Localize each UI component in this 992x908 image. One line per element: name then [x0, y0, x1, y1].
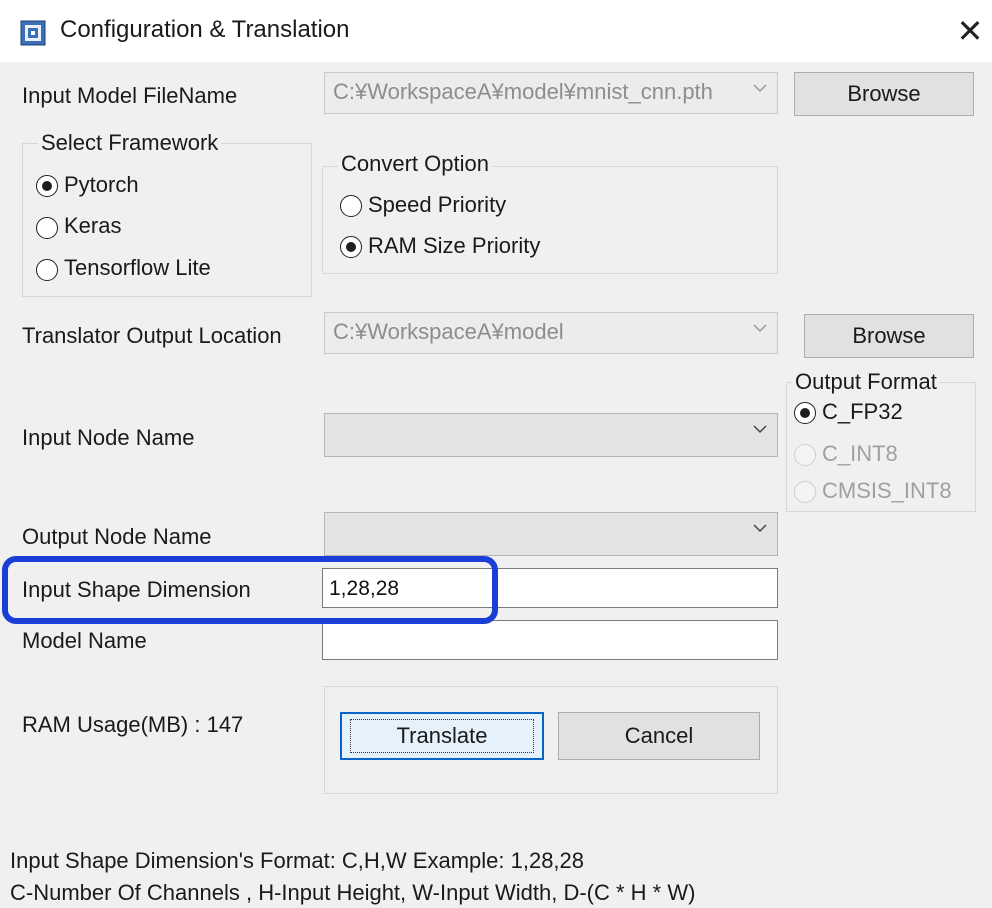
- radio-cmsis-int8-label: CMSIS_INT8: [822, 478, 952, 503]
- input-node-combo[interactable]: [324, 413, 778, 457]
- model-name-label: Model Name: [22, 628, 147, 653]
- app-chip-icon: [20, 20, 46, 46]
- output-node-label: Output Node Name: [22, 524, 212, 549]
- ram-usage-text: RAM Usage(MB) : 147: [22, 712, 244, 737]
- radio-c-fp32-label[interactable]: C_FP32: [822, 399, 903, 425]
- dimension-help-text: C-Number Of Channels , H-Input Height, W…: [10, 880, 696, 905]
- model-file-label: Input Model FileName: [22, 83, 238, 108]
- radio-speed-priority-label[interactable]: Speed Priority: [368, 192, 506, 218]
- title-bar[interactable]: Configuration & Translation ✕: [0, 0, 992, 62]
- output-location-label: Translator Output Location: [22, 323, 282, 348]
- model-name-field[interactable]: [322, 620, 778, 660]
- translate-button[interactable]: Translate: [340, 712, 544, 760]
- browse-model-button[interactable]: Browse: [794, 72, 974, 116]
- radio-ram-size-priority-label[interactable]: RAM Size Priority: [368, 233, 540, 259]
- radio-pytorch-label[interactable]: Pytorch: [64, 172, 139, 198]
- input-shape-highlight: [2, 556, 498, 624]
- output-location-combo[interactable]: C:¥WorkspaceA¥model: [324, 312, 778, 354]
- radio-tensorflow-lite[interactable]: [36, 259, 58, 281]
- input-node-label: Input Node Name: [22, 425, 195, 450]
- radio-ram-size-priority[interactable]: [340, 236, 362, 258]
- window-title: Configuration & Translation: [60, 16, 350, 43]
- radio-c-int8: [794, 444, 816, 466]
- output-location-value: C:¥WorkspaceA¥model: [333, 319, 564, 344]
- format-help-text: Input Shape Dimension's Format: C,H,W Ex…: [10, 848, 585, 873]
- radio-c-int8-label: C_INT8: [822, 441, 898, 466]
- radio-cmsis-int8: [794, 481, 816, 503]
- radio-keras-label[interactable]: Keras: [64, 213, 121, 239]
- output-format-title: Output Format: [792, 369, 940, 395]
- radio-keras[interactable]: [36, 217, 58, 239]
- radio-pytorch[interactable]: [36, 175, 58, 197]
- translate-button-label: Translate: [349, 719, 535, 753]
- framework-group-title: Select Framework: [38, 130, 222, 156]
- radio-c-fp32[interactable]: [794, 402, 816, 424]
- chevron-down-icon: [753, 524, 767, 533]
- browse-output-button[interactable]: Browse: [804, 314, 974, 358]
- chevron-down-icon: [753, 324, 767, 333]
- model-file-combo[interactable]: C:¥WorkspaceA¥model¥mnist_cnn.pth: [324, 72, 778, 114]
- radio-speed-priority[interactable]: [340, 195, 362, 217]
- cancel-button[interactable]: Cancel: [558, 712, 760, 760]
- radio-tensorflow-lite-label[interactable]: Tensorflow Lite: [64, 255, 211, 281]
- close-icon[interactable]: ✕: [952, 12, 988, 50]
- chevron-down-icon: [753, 84, 767, 93]
- convert-option-title: Convert Option: [338, 151, 492, 177]
- output-node-combo[interactable]: [324, 512, 778, 556]
- chevron-down-icon: [753, 425, 767, 434]
- model-file-value: C:¥WorkspaceA¥model¥mnist_cnn.pth: [333, 79, 713, 104]
